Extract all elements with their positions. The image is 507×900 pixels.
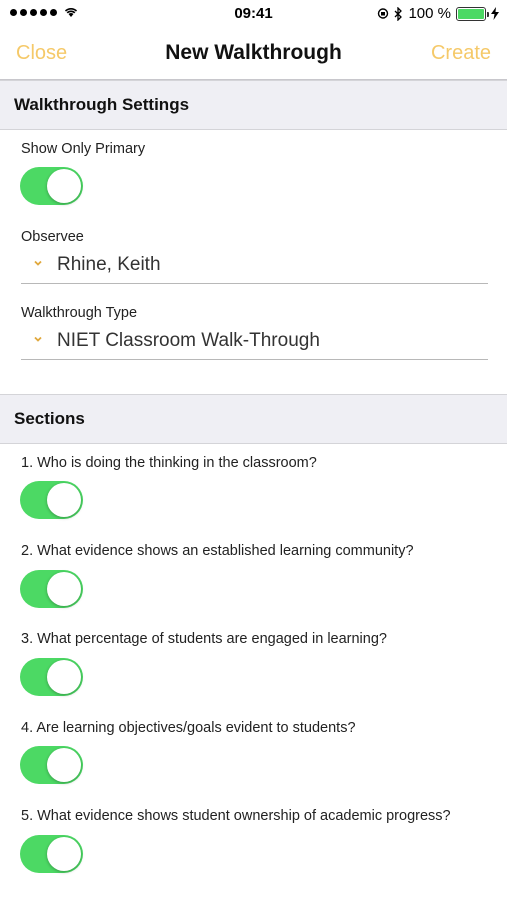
toggle-knob bbox=[47, 483, 81, 517]
section-item-toggle[interactable] bbox=[20, 658, 83, 696]
chevron-down-icon bbox=[34, 336, 42, 342]
section-header-title: Sections bbox=[14, 409, 85, 428]
observee-value: Rhine, Keith bbox=[57, 254, 161, 275]
navigation-bar: Close New Walkthrough Create bbox=[0, 28, 507, 80]
sections-header: Sections bbox=[0, 394, 507, 444]
section-item-toggle[interactable] bbox=[20, 835, 83, 873]
toggle-knob bbox=[47, 169, 81, 203]
observee-select[interactable]: Rhine, Keith bbox=[21, 252, 488, 284]
toggle-knob bbox=[47, 837, 81, 871]
walkthrough-settings-header: Walkthrough Settings bbox=[0, 80, 507, 130]
walkthrough-type-select[interactable]: NIET Classroom Walk-Through bbox=[21, 328, 488, 360]
section-item-toggle[interactable] bbox=[20, 570, 83, 608]
toggle-knob bbox=[47, 748, 81, 782]
observee-label: Observee bbox=[21, 229, 84, 245]
battery-icon bbox=[456, 6, 489, 21]
screen: 09:41 100 % Close New Walkthrough Create… bbox=[0, 0, 507, 900]
show-only-primary-toggle[interactable] bbox=[20, 167, 83, 205]
section-item-toggle[interactable] bbox=[20, 746, 83, 784]
battery-percentage: 100 % bbox=[408, 5, 451, 22]
section-item-label: 2. What evidence shows an established le… bbox=[21, 543, 414, 559]
walkthrough-type-label: Walkthrough Type bbox=[21, 305, 138, 321]
bluetooth-icon bbox=[394, 6, 403, 21]
section-item-label: 3. What percentage of students are engag… bbox=[21, 631, 387, 647]
create-button[interactable]: Create bbox=[431, 42, 491, 65]
battery-fill bbox=[458, 8, 484, 19]
charging-icon bbox=[491, 7, 499, 20]
show-only-primary-label: Show Only Primary bbox=[21, 141, 146, 157]
chevron-down-icon bbox=[34, 260, 42, 266]
section-item-toggle[interactable] bbox=[20, 481, 83, 519]
section-item-label: 5. What evidence shows student ownership… bbox=[21, 808, 451, 824]
status-bar: 09:41 100 % bbox=[0, 0, 507, 28]
toggle-knob bbox=[47, 660, 81, 694]
status-right: 100 % bbox=[377, 5, 499, 22]
section-header-title: Walkthrough Settings bbox=[14, 95, 190, 114]
toggle-knob bbox=[47, 572, 81, 606]
section-item-label: 4. Are learning objectives/goals evident… bbox=[21, 720, 356, 736]
section-item-label: 1. Who is doing the thinking in the clas… bbox=[21, 455, 317, 471]
orientation-lock-icon bbox=[378, 8, 389, 19]
walkthrough-type-value: NIET Classroom Walk-Through bbox=[57, 330, 320, 351]
